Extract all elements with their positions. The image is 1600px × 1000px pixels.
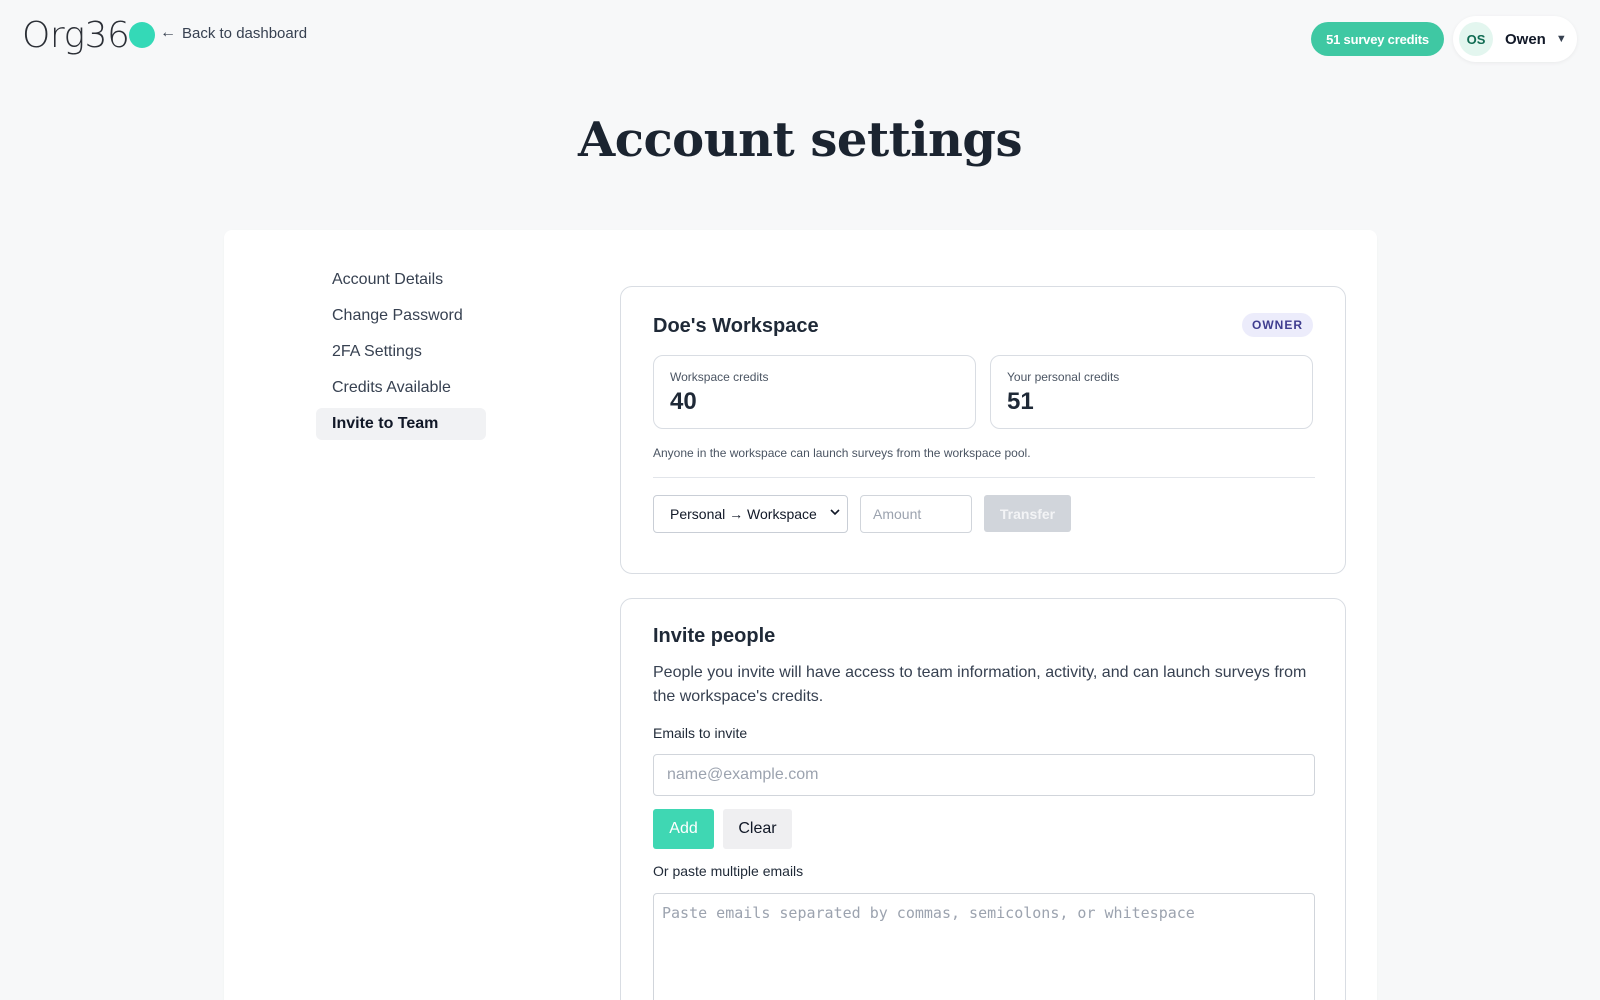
personal-credits-label: Your personal credits	[1007, 370, 1120, 384]
workspace-note: Anyone in the workspace can launch surve…	[653, 446, 1031, 460]
invite-title: Invite people	[653, 625, 776, 647]
transfer-button[interactable]: Transfer	[984, 495, 1071, 532]
brand-name: Org36	[22, 14, 130, 56]
arrow-left-icon: ←	[160, 24, 176, 41]
survey-credits-badge[interactable]: 51 survey credits	[1311, 22, 1444, 56]
sidebar-item-change-password[interactable]: Change Password	[316, 298, 486, 334]
amount-input[interactable]	[860, 495, 972, 533]
paste-emails-textarea[interactable]	[653, 893, 1315, 1000]
transfer-direction-value: Personal → Workspace	[670, 506, 817, 522]
chevron-down-icon: ▼	[1555, 33, 1567, 45]
workspace-name: Doe's Workspace	[653, 315, 819, 337]
sidebar-item-2fa-settings[interactable]: 2FA Settings	[316, 334, 486, 370]
brand-logo[interactable]: Org36	[22, 14, 156, 56]
workspace-credits-value: 40	[670, 388, 697, 415]
add-email-button[interactable]: Add	[653, 809, 714, 849]
avatar: OS	[1459, 22, 1493, 56]
invite-panel: Invite people People you invite will hav…	[620, 598, 1346, 1000]
sidebar-item-credits-available[interactable]: Credits Available	[316, 370, 486, 406]
back-link-label: Back to dashboard	[182, 24, 308, 42]
page-title: Account settings	[577, 112, 1023, 168]
brand-dot-icon	[129, 22, 156, 48]
clear-button[interactable]: Clear	[723, 809, 792, 849]
divider	[653, 477, 1315, 478]
workspace-credits-card: Workspace credits 40	[653, 355, 976, 429]
role-badge: OWNER	[1242, 313, 1313, 337]
user-menu-button[interactable]: OS Owen ▼	[1453, 16, 1577, 62]
invite-description: People you invite will have access to te…	[653, 664, 1307, 705]
personal-credits-value: 51	[1007, 388, 1034, 415]
transfer-direction-select[interactable]: Personal → Workspace	[653, 495, 848, 533]
emails-label: Emails to invite	[653, 725, 748, 741]
email-input[interactable]	[653, 754, 1315, 796]
workspace-panel: Doe's Workspace OWNER Workspace credits …	[620, 286, 1346, 574]
sidebar-item-account-details[interactable]: Account Details	[316, 262, 486, 298]
paste-emails-label: Or paste multiple emails	[653, 863, 804, 879]
sidebar-item-invite-to-team[interactable]: Invite to Team	[316, 408, 486, 440]
top-bar: Org36 ← Back to dashboard 51 survey cred…	[0, 0, 1600, 76]
back-to-dashboard-link[interactable]: ← Back to dashboard	[160, 24, 307, 42]
chevron-down-icon	[830, 509, 840, 516]
user-name: Owen	[1505, 30, 1546, 48]
workspace-credits-label: Workspace credits	[670, 370, 769, 384]
settings-sidebar: Account Details Change Password 2FA Sett…	[316, 262, 486, 440]
personal-credits-card: Your personal credits 51	[990, 355, 1313, 429]
